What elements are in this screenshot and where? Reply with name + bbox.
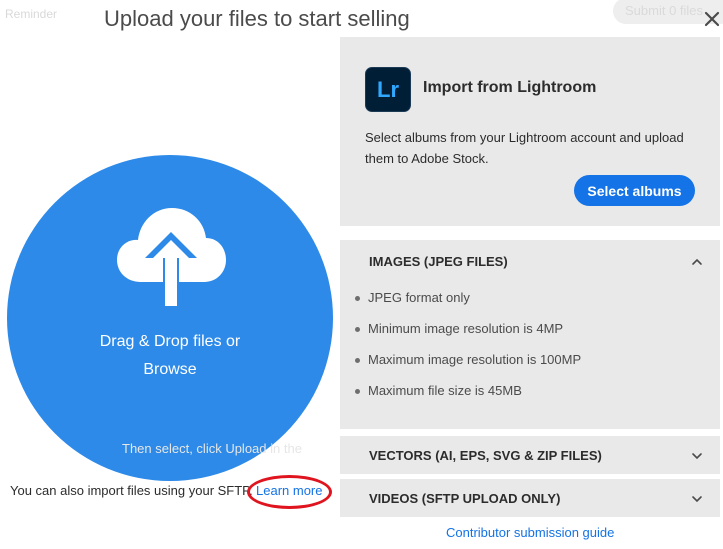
select-albums-button[interactable]: Select albums	[574, 175, 695, 206]
list-item: Maximum file size is 45MB	[355, 383, 581, 414]
list-item: Minimum image resolution is 4MP	[355, 321, 581, 352]
reminder-tab: Reminder	[5, 7, 58, 21]
background-hint: Then select, click Upload in the	[122, 441, 302, 456]
videos-section-header[interactable]: VIDEOS (SFTP UPLOAD ONLY)	[340, 479, 720, 517]
drop-instructions: Drag & Drop files or Browse	[7, 328, 333, 384]
highlight-ring	[247, 475, 332, 509]
list-item: JPEG format only	[355, 290, 581, 321]
images-section-title: IMAGES (JPEG FILES)	[369, 254, 508, 269]
sftp-note: You can also import files using your SFT…	[10, 483, 253, 498]
drag-drop-label: Drag & Drop files or	[99, 333, 241, 350]
lightroom-title: Import from Lightroom	[423, 79, 597, 96]
vectors-section-header[interactable]: VECTORS (AI, EPS, SVG & ZIP FILES)	[340, 436, 720, 474]
close-icon	[704, 11, 720, 27]
images-section: IMAGES (JPEG FILES) JPEG format only Min…	[340, 240, 720, 429]
contributor-guide-link[interactable]: Contributor submission guide	[446, 525, 614, 540]
videos-section-title: VIDEOS (SFTP UPLOAD ONLY)	[369, 491, 561, 506]
lightroom-card: Lr Import from Lightroom Select albums f…	[340, 37, 720, 226]
drop-zone[interactable]: Drag & Drop files or Browse	[7, 155, 333, 481]
lightroom-description: Select albums from your Lightroom accoun…	[365, 130, 684, 166]
browse-link[interactable]: Browse	[7, 356, 333, 384]
images-section-header[interactable]: IMAGES (JPEG FILES)	[340, 240, 720, 282]
chevron-up-icon	[692, 258, 702, 265]
vectors-section-title: VECTORS (AI, EPS, SVG & ZIP FILES)	[369, 448, 602, 463]
list-item: Maximum image resolution is 100MP	[355, 352, 581, 383]
chevron-down-icon	[692, 496, 702, 503]
cloud-upload-icon	[117, 208, 226, 306]
lightroom-logo-icon: Lr	[365, 67, 411, 112]
image-requirements-list: JPEG format only Minimum image resolutio…	[355, 290, 581, 414]
close-button[interactable]	[703, 10, 721, 28]
dialog-title: Upload your files to start selling	[104, 6, 410, 31]
chevron-down-icon	[692, 453, 702, 460]
